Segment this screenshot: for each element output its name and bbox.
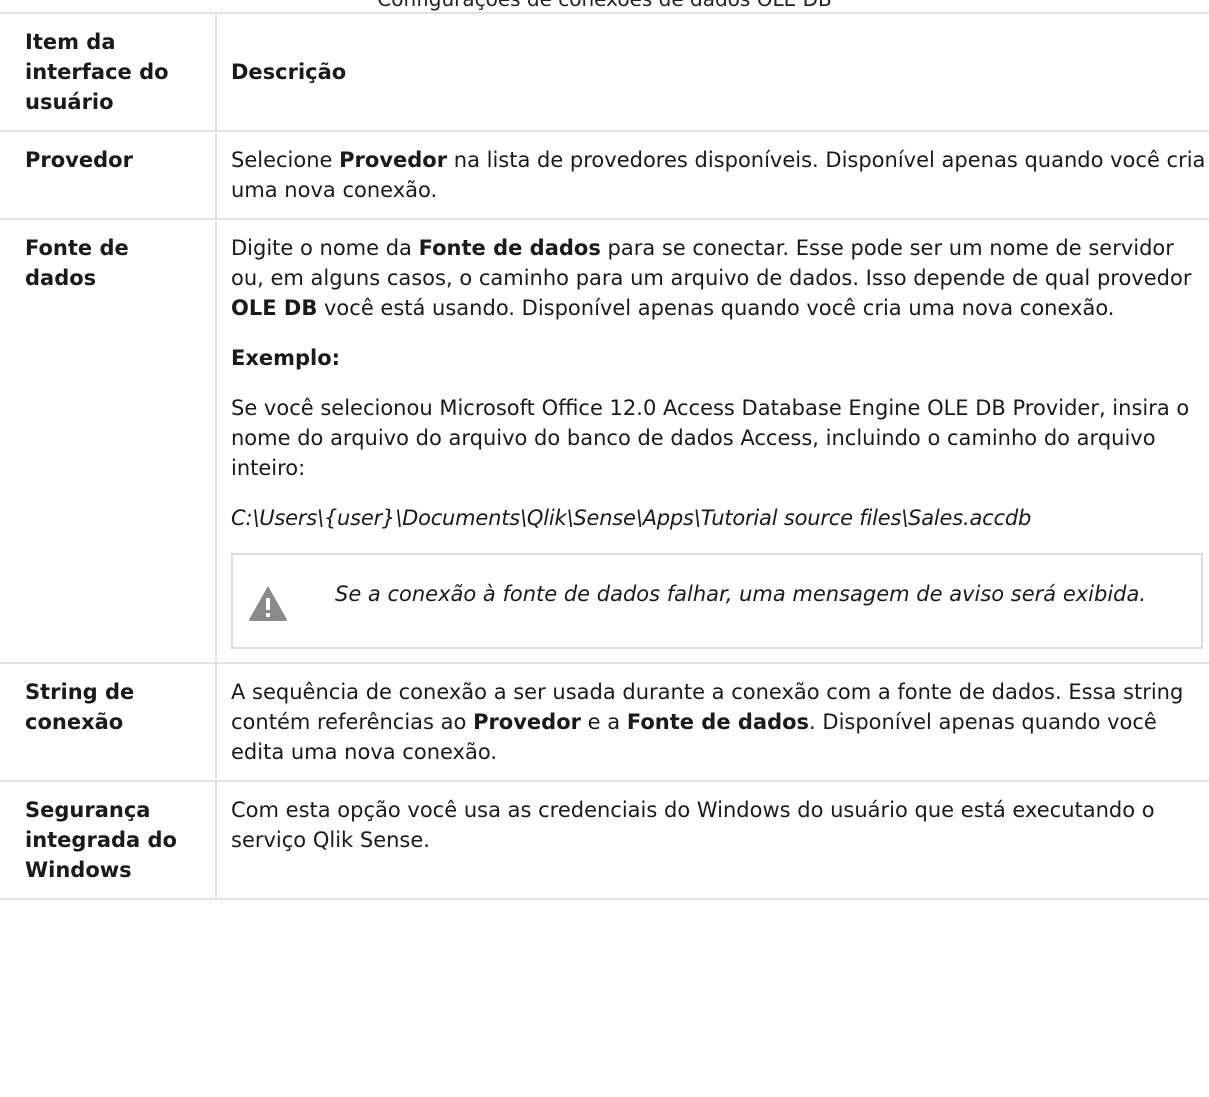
row-item-provedor: Provedor [0, 131, 217, 220]
warning-icon [249, 587, 287, 621]
desc-text: Selecione [231, 148, 340, 172]
row-desc-string-de-conexao: A sequência de conexão a ser usada duran… [216, 663, 1209, 782]
desc-text: Com esta opção você usa as credenciais d… [231, 798, 1155, 852]
warning-note-text: Se a conexão à fonte de dados falhar, um… [335, 582, 1147, 606]
desc-bold: OLE DB [231, 296, 318, 320]
table-row: Fonte de dados Digite o nome da Fonte de… [0, 219, 1209, 664]
table-caption: Configurações de conexões de dados OLE D… [0, 0, 1209, 12]
desc-text: Digite o nome da [231, 236, 419, 260]
settings-table: Item da interface do usuário Descrição P… [0, 12, 1209, 900]
example-path: C:\Users\{user}\Documents\Qlik\Sense\App… [231, 506, 1032, 530]
desc-bold: Fonte de dados [626, 710, 810, 734]
header-item: Item da interface do usuário [0, 12, 217, 132]
row-item-seguranca-integrada: Segurança integrada do Windows [0, 781, 217, 900]
desc-bold: Fonte de dados [418, 236, 601, 260]
table-row: Segurança integrada do Windows Com esta … [0, 781, 1209, 900]
example-label: Exemplo: [231, 346, 341, 370]
desc-text: e a [581, 710, 627, 734]
row-desc-seguranca-integrada: Com esta opção você usa as credenciais d… [216, 781, 1209, 900]
desc-text: você está usando. Disponível apenas quan… [317, 296, 1115, 320]
table-row: String de conexão A sequência de conexão… [0, 663, 1209, 782]
header-description: Descrição [216, 12, 1209, 132]
row-item-fonte-de-dados: Fonte de dados [0, 219, 217, 664]
example-text: Se você selecionou Microsoft Office 12.0… [231, 396, 1190, 480]
desc-bold: Provedor [339, 148, 448, 172]
row-item-string-de-conexao: String de conexão [0, 663, 217, 782]
table-row: Provedor Selecione Provedor na lista de … [0, 131, 1209, 220]
desc-bold: Provedor [473, 710, 581, 734]
row-desc-provedor: Selecione Provedor na lista de provedore… [216, 131, 1209, 220]
row-desc-fonte-de-dados: Digite o nome da Fonte de dados para se … [216, 219, 1209, 664]
warning-note: Se a conexão à fonte de dados falhar, um… [231, 553, 1203, 649]
table-header-row: Item da interface do usuário Descrição [0, 12, 1209, 132]
